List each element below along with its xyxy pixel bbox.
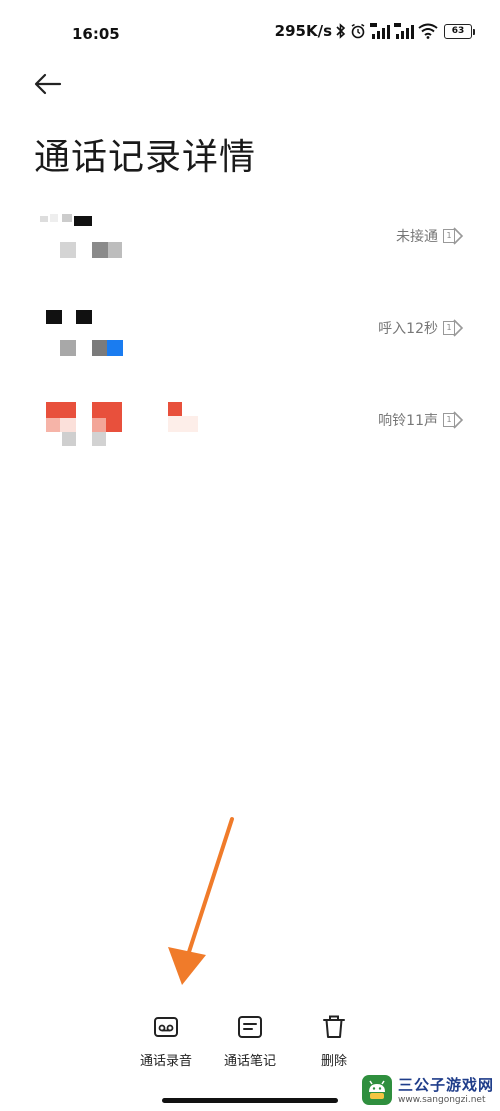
call-recording-label: 通话录音 bbox=[139, 1054, 192, 1069]
chevron-right-icon bbox=[453, 227, 464, 245]
bluetooth-icon bbox=[336, 23, 346, 39]
delete-label: 删除 bbox=[320, 1054, 347, 1069]
chevron-right-icon bbox=[453, 411, 464, 429]
wifi-icon bbox=[418, 23, 438, 39]
battery-icon: 63 bbox=[444, 23, 475, 39]
call-record-list: 未接通 1 呼入12秒 1 响铃11声 1 bbox=[0, 198, 500, 474]
watermark: 三公子游戏网 www.sangongzi.net bbox=[361, 1074, 494, 1105]
network-speed: 295K/s bbox=[274, 22, 332, 40]
signal-hd-icon-2 bbox=[394, 23, 414, 39]
call-record-item[interactable]: 响铃11声 1 bbox=[0, 382, 500, 474]
delete-button[interactable]: 删除 bbox=[294, 1012, 374, 1069]
redacted-caller-info bbox=[40, 210, 240, 276]
voicemail-icon bbox=[151, 1012, 181, 1042]
call-status: 未接通 bbox=[396, 229, 438, 245]
orange-pointer-arrow bbox=[168, 817, 234, 985]
note-icon bbox=[235, 1012, 265, 1042]
call-status: 呼入12秒 bbox=[378, 321, 438, 337]
call-status: 响铃11声 bbox=[378, 413, 438, 429]
redacted-caller-info bbox=[40, 394, 240, 460]
call-record-item[interactable]: 呼入12秒 1 bbox=[0, 290, 500, 382]
call-notes-label: 通话笔记 bbox=[223, 1054, 276, 1069]
watermark-url: www.sangongzi.net bbox=[397, 1095, 486, 1105]
android-robot-logo-icon bbox=[361, 1074, 392, 1105]
signal-hd-icon bbox=[370, 23, 390, 39]
trash-icon bbox=[319, 1012, 349, 1042]
chevron-right-icon bbox=[453, 319, 464, 337]
watermark-text: 三公子游戏网 www.sangongzi.net bbox=[398, 1074, 494, 1105]
call-notes-button[interactable]: 通话笔记 bbox=[210, 1012, 290, 1069]
bottom-toolbar: 通话录音 通话笔记 删除 bbox=[0, 1012, 500, 1082]
back-arrow-icon bbox=[34, 73, 62, 95]
call-record-item[interactable]: 未接通 1 bbox=[0, 198, 500, 290]
status-icons: 295K/s 63 bbox=[274, 22, 475, 40]
back-button[interactable] bbox=[30, 66, 66, 102]
status-time: 16:05 bbox=[72, 25, 120, 43]
redacted-caller-info bbox=[40, 302, 240, 368]
watermark-title: 三公子游戏网 bbox=[397, 1076, 494, 1094]
status-bar: 16:05 295K/s 63 bbox=[0, 0, 500, 70]
alarm-icon bbox=[351, 23, 365, 39]
home-indicator[interactable] bbox=[162, 1098, 338, 1103]
page-title: 通话记录详情 bbox=[34, 137, 257, 178]
call-recording-button[interactable]: 通话录音 bbox=[126, 1012, 206, 1069]
